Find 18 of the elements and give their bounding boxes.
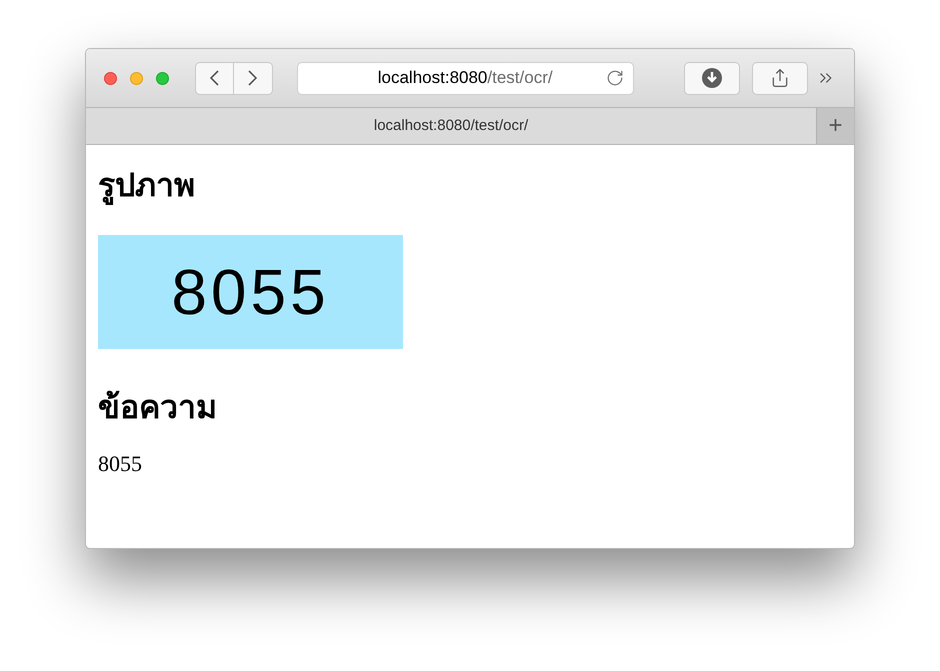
back-button[interactable]	[194, 62, 234, 94]
text-heading: ข้อความ	[98, 388, 217, 427]
forward-button[interactable]	[234, 62, 273, 94]
close-button[interactable]	[104, 72, 117, 84]
tab[interactable]: localhost:8080/test/ocr/	[86, 108, 816, 144]
share-icon	[770, 68, 790, 88]
share-button[interactable]	[752, 62, 808, 94]
image-number: 8055	[171, 255, 330, 330]
maximize-button[interactable]	[156, 72, 169, 84]
back-icon	[210, 70, 219, 86]
address-field[interactable]: localhost:8080/test/ocr/	[296, 62, 634, 94]
ocr-result: 8055	[98, 450, 142, 478]
download-icon	[700, 67, 723, 89]
download-button[interactable]	[684, 62, 740, 94]
reload-icon[interactable]	[606, 69, 624, 87]
new-tab-button[interactable]: +	[816, 108, 854, 144]
image-heading: รูปภาพ	[98, 166, 195, 207]
forward-icon	[248, 70, 258, 86]
